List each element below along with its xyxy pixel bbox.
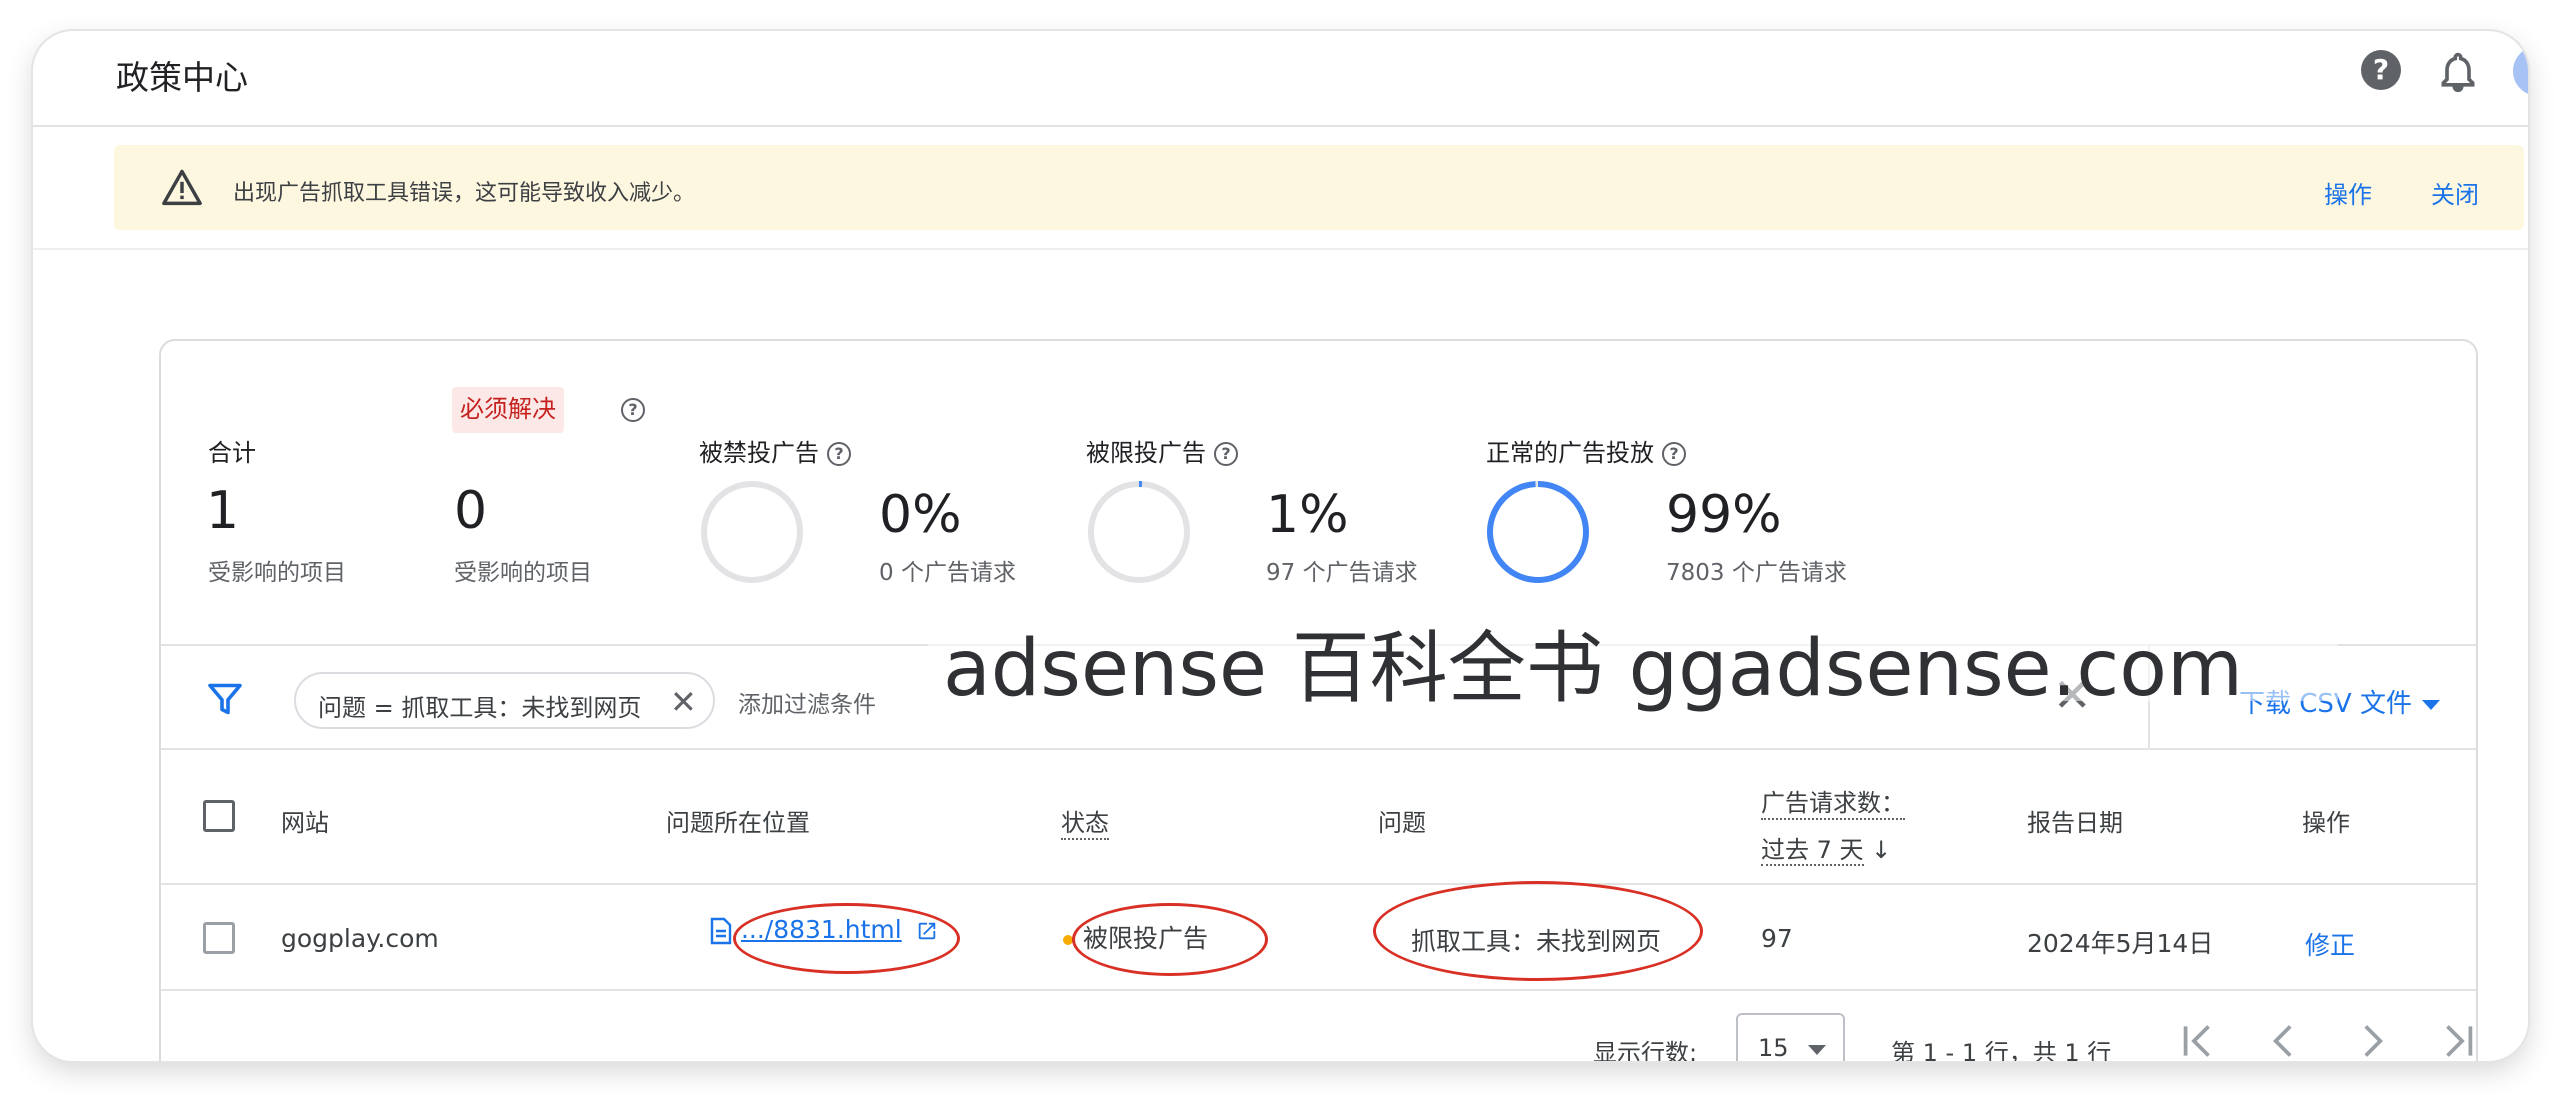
donut-restricted (1088, 481, 1190, 583)
rows-per-page-value: 15 (1758, 1034, 1789, 1061)
chevron-down-icon (2421, 699, 2440, 710)
column-requests-line2: 过去 7 天 (1761, 836, 1864, 866)
donut-disabled (701, 481, 803, 583)
column-action: 操作 (2302, 809, 2350, 837)
rows-per-page-select[interactable]: 15 (1736, 1013, 1845, 1061)
banner-message: 出现广告抓取工具错误，这可能导致收入减少。 (233, 181, 696, 206)
stat-disabled-sub: 0 个广告请求 (879, 560, 1016, 586)
pagination: 显示行数: 15 第 1 - 1 行，共 1 行 (161, 991, 2476, 1061)
stat-disabled-label: 被禁投广告 (699, 439, 819, 467)
help-circle-icon[interactable]: ? (2361, 50, 2401, 90)
must-fix-badge: 必须解决 (452, 387, 564, 433)
stat-normal-header: 正常的广告投放? (1486, 433, 1686, 468)
filter-icon[interactable] (207, 682, 243, 716)
help-icon[interactable]: ? (1214, 442, 1238, 466)
banner-action-button[interactable]: 操作 (2324, 175, 2372, 210)
bell-icon[interactable] (2436, 49, 2480, 95)
stat-must-fix-value: 0 (454, 481, 488, 541)
divider (33, 248, 2528, 250)
add-filter-input[interactable]: 添加过滤条件 (738, 685, 876, 719)
stat-disabled-header: 被禁投广告? (699, 433, 851, 468)
help-icon[interactable]: ? (621, 398, 645, 422)
page-range: 第 1 - 1 行，共 1 行 (1891, 1039, 2112, 1061)
status-dot-icon (1063, 935, 1073, 945)
stat-total-label: 合计 (208, 439, 256, 467)
sort-arrow-icon[interactable]: ↓ (1871, 836, 1891, 864)
avatar[interactable] (2513, 46, 2528, 96)
watermark: adsense 百科全书 ggadsense.com (943, 624, 2243, 714)
help-icon[interactable]: ? (827, 442, 851, 466)
row-checkbox[interactable] (203, 922, 235, 954)
stat-normal-value: 99% (1666, 485, 1782, 545)
document-icon (710, 917, 732, 945)
column-issue[interactable]: 问题 (1378, 803, 1426, 838)
table-row: gogplay.com .../8831.html 被限投广告 抓取工具：未找到… (161, 885, 2476, 991)
column-requests-line2-wrap: 过去 7 天 ↓ (1761, 830, 1905, 866)
stat-restricted-label: 被限投广告 (1086, 439, 1206, 467)
last-page-icon[interactable] (2435, 1016, 2485, 1061)
stat-disabled-value: 0% (879, 485, 962, 545)
chevron-down-icon (1808, 1045, 1826, 1055)
stat-normal-label: 正常的广告投放 (1486, 439, 1654, 467)
column-requests[interactable]: 广告请求数： 过去 7 天 ↓ (1761, 783, 1905, 866)
row-status: 被限投广告 (1063, 919, 1208, 955)
row-status-label: 被限投广告 (1083, 924, 1209, 953)
rows-per-page-label: 显示行数: (1593, 1039, 1698, 1061)
row-location-link[interactable]: .../8831.html (741, 915, 902, 944)
stat-must-fix-sub: 受影响的项目 (454, 560, 592, 586)
filter-chip-label: 问题 = 抓取工具：未找到网页 (318, 694, 642, 722)
table-header: 网站 问题所在位置 状态 问题 广告请求数： 过去 7 天 ↓ 报告日期 操作 (161, 750, 2476, 885)
first-page-icon[interactable] (2171, 1016, 2221, 1061)
banner-close-button[interactable]: 关闭 (2431, 175, 2479, 210)
select-all-checkbox[interactable] (203, 800, 235, 832)
donut-normal (1487, 481, 1589, 583)
row-date: 2024年5月14日 (2027, 929, 2214, 958)
row-site: gogplay.com (281, 924, 439, 953)
column-requests-line1: 广告请求数： (1761, 783, 1905, 820)
top-bar: 政策中心 ? (33, 31, 2528, 127)
column-date[interactable]: 报告日期 (2027, 803, 2123, 838)
row-requests: 97 (1761, 924, 1793, 953)
stat-restricted-value: 1% (1266, 485, 1349, 545)
column-site[interactable]: 网站 (281, 803, 329, 838)
policy-center-window: 政策中心 ? 出现广告抓取工具错误，这可能导致收入减少。 操作 关闭 合计 1 … (33, 31, 2528, 1061)
stat-restricted-sub: 97 个广告请求 (1266, 560, 1418, 586)
stat-normal-sub: 7803 个广告请求 (1666, 560, 1847, 586)
previous-page-icon[interactable] (2259, 1016, 2309, 1061)
open-in-new-icon[interactable] (916, 920, 938, 942)
filter-chip[interactable]: 问题 = 抓取工具：未找到网页 ✕ (294, 672, 715, 729)
row-issue: 抓取工具：未找到网页 (1411, 927, 1662, 956)
warning-banner: 出现广告抓取工具错误，这可能导致收入减少。 操作 关闭 (114, 145, 2524, 230)
stat-total-sub: 受影响的项目 (208, 560, 346, 586)
help-icon[interactable]: ? (1662, 442, 1686, 466)
stat-restricted-header: 被限投广告? (1086, 433, 1238, 468)
column-status[interactable]: 状态 (1061, 803, 1109, 840)
next-page-icon[interactable] (2347, 1016, 2397, 1061)
stat-total-value: 1 (206, 481, 240, 541)
page-title: 政策中心 (116, 58, 248, 97)
row-location[interactable]: .../8831.html (709, 915, 938, 945)
row-fix-link[interactable]: 修正 (2305, 926, 2355, 962)
close-icon[interactable]: ✕ (670, 683, 697, 721)
warning-icon (162, 169, 202, 206)
column-location[interactable]: 问题所在位置 (666, 803, 810, 838)
